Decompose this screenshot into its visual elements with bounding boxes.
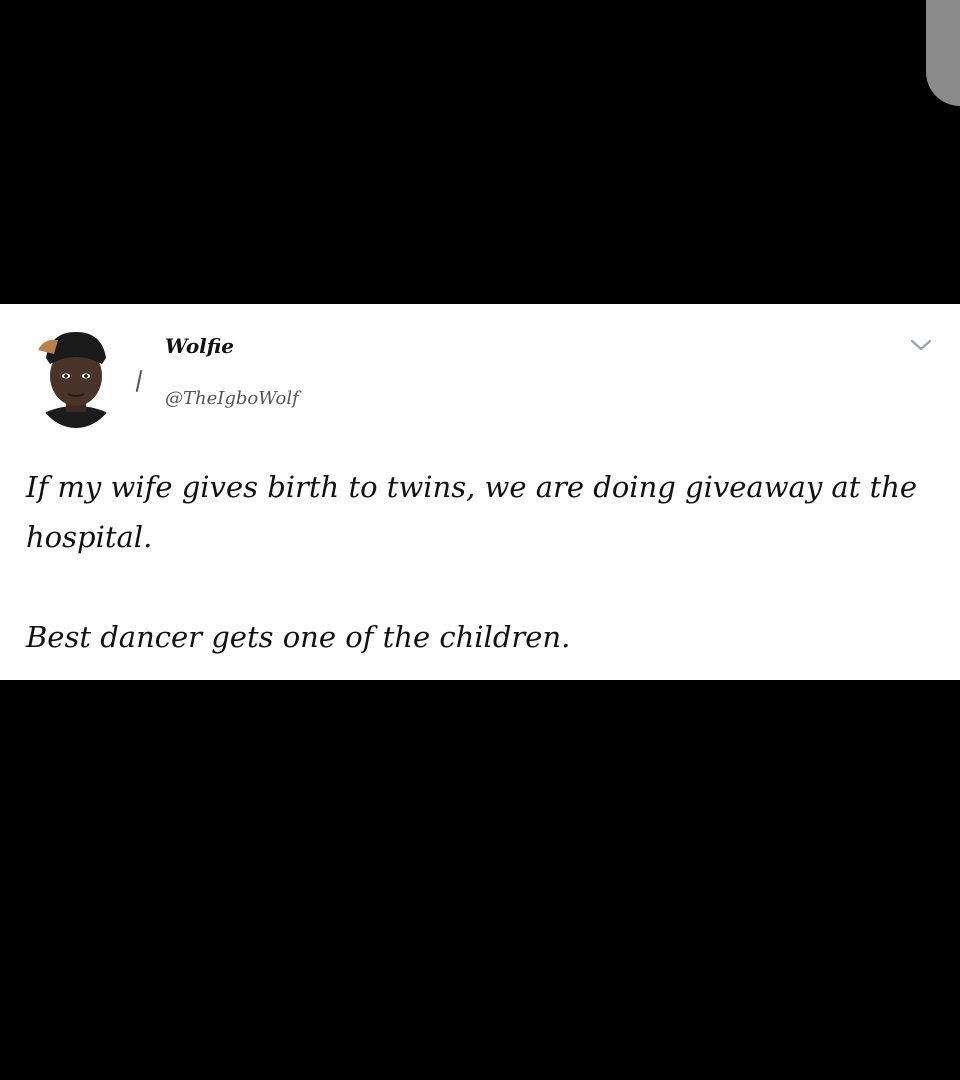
tweet-menu-button[interactable] xyxy=(908,334,934,356)
tweet-paragraph: If my wife gives birth to twins, we are … xyxy=(26,470,918,554)
tweet-text: If my wife gives birth to twins, we are … xyxy=(26,462,940,662)
tweet-paragraph: Best dancer gets one of the children. xyxy=(26,620,571,654)
chevron-down-icon xyxy=(910,339,932,351)
tweet-card: Wolfie @TheIgboWolf If my wife gives bir… xyxy=(0,304,960,680)
avatar[interactable] xyxy=(32,320,120,428)
separator-mark xyxy=(135,370,143,392)
scrollbar-handle[interactable] xyxy=(926,0,960,106)
author-handle[interactable]: @TheIgboWolf xyxy=(165,388,299,409)
user-avatar-icon xyxy=(32,320,120,428)
author-display-name[interactable]: Wolfie xyxy=(165,334,234,358)
